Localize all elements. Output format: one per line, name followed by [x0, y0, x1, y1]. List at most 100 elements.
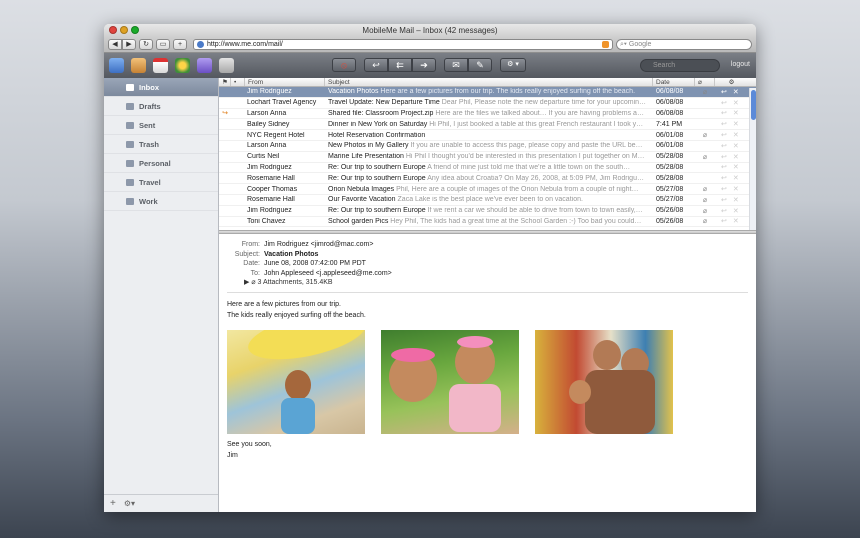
to-value[interactable]: John Appleseed <j.appleseed@me.com>	[264, 269, 392, 279]
reply-icon[interactable]: ↩	[721, 120, 727, 128]
message-list-scrollbar[interactable]	[749, 88, 756, 230]
mail-app-icon[interactable]	[109, 58, 124, 73]
date-column-header[interactable]: Date	[653, 78, 695, 86]
reply-icon[interactable]: ↩	[721, 109, 727, 117]
delete-icon[interactable]: ✕	[733, 163, 739, 171]
add-bookmark-button[interactable]: +	[173, 39, 187, 50]
attachments-toggle[interactable]: ▶ ⌀ 3 Attachments, 315.4KB	[244, 278, 748, 288]
reply-icon[interactable]: ↩	[721, 99, 727, 107]
delete-icon[interactable]: ✕	[733, 131, 739, 139]
scrollbar-thumb[interactable]	[751, 90, 756, 120]
add-folder-button[interactable]: +	[110, 498, 116, 509]
calendar-app-icon[interactable]	[153, 58, 168, 73]
sent-icon	[126, 121, 134, 129]
reply-icon[interactable]: ↩	[721, 131, 727, 139]
delete-icon[interactable]: ✕	[733, 207, 739, 215]
delete-icon[interactable]: ✕	[733, 174, 739, 182]
delete-icon[interactable]: ✕	[733, 142, 739, 150]
reply-button[interactable]: ↩	[364, 58, 388, 72]
close-window-button[interactable]	[109, 26, 117, 34]
table-row[interactable]: Jim Rodriguez Re: Our trip to southern Eu…	[219, 206, 756, 217]
delete-icon[interactable]: ✕	[733, 185, 739, 193]
action-menu-button[interactable]: ⚙ ▾	[500, 58, 526, 72]
reply-icon[interactable]: ↩	[721, 217, 727, 225]
table-row[interactable]: ↪ Larson Anna Shared file: Classroom Proje…	[219, 109, 756, 120]
sidebar-item-inbox[interactable]: Inbox	[104, 78, 218, 97]
sidebar-item-travel[interactable]: Travel	[104, 173, 218, 192]
delete-icon[interactable]: ✕	[733, 99, 739, 107]
table-row[interactable]: Larson Anna New Photos in My Gallery If y…	[219, 141, 756, 152]
sidebar-item-personal[interactable]: Personal	[104, 154, 218, 173]
row-actions: ↩ ✕	[715, 142, 745, 150]
account-app-icon[interactable]	[219, 58, 234, 73]
reply-icon[interactable]: ↩	[721, 153, 727, 161]
subject-text: Shared file: Classroom Project.zip	[328, 109, 434, 117]
rss-icon[interactable]	[602, 41, 609, 48]
delete-icon[interactable]: ✕	[733, 120, 739, 128]
preview-text: Here are the files we talked about… If y…	[435, 109, 644, 117]
from-value[interactable]: Jim Rodriguez <jimrod@mac.com>	[264, 240, 373, 250]
back-button[interactable]: ◀	[108, 39, 122, 50]
table-row[interactable]: Jim Rodriguez Vacation Photos Here are a …	[219, 87, 756, 98]
google-search-field[interactable]: ⌕▾ Google	[616, 39, 752, 50]
junk-button[interactable]: ⦸	[332, 58, 356, 72]
forward-mail-button[interactable]: ➔	[412, 58, 436, 72]
table-row[interactable]: Toni Chavez School garden Pics Hey Phil, …	[219, 217, 756, 228]
flag-column-header[interactable]: ⚑	[219, 78, 231, 86]
sidebar-item-trash[interactable]: Trash	[104, 135, 218, 154]
gallery-app-icon[interactable]	[175, 58, 190, 73]
flag-cell[interactable]: ↪	[219, 109, 231, 117]
nav-buttons: ◀ ▶	[108, 39, 136, 50]
table-row[interactable]: NYC Regent Hotel Hotel Reservation Confir…	[219, 130, 756, 141]
closing-line-1: See you soon,	[227, 441, 272, 449]
reply-icon[interactable]: ↩	[721, 196, 727, 204]
window-title: MobileMe Mail – Inbox (42 messages)	[362, 26, 498, 35]
subject-column-header[interactable]: Subject	[325, 78, 653, 86]
folder-actions-button[interactable]: ⚙▾	[124, 499, 135, 508]
address-bar[interactable]: http://www.me.com/mail/	[193, 39, 613, 50]
sidebar-item-drafts[interactable]: Drafts	[104, 97, 218, 116]
from-cell: Jim Rodriguez	[247, 88, 292, 96]
delete-icon[interactable]: ✕	[733, 109, 739, 117]
reply-icon[interactable]: ↩	[721, 174, 727, 182]
from-cell: Rosemarie Hall	[247, 196, 295, 204]
reply-icon[interactable]: ↩	[721, 207, 727, 215]
hula-girls-photo[interactable]	[381, 330, 519, 435]
sidebar-item-sent[interactable]: Sent	[104, 116, 218, 135]
delete-icon[interactable]: ✕	[733, 196, 739, 204]
reload-button[interactable]: ↻	[139, 39, 153, 50]
reply-icon[interactable]: ↩	[721, 163, 727, 171]
actions-column-header[interactable]: ⚙	[715, 78, 745, 86]
reply-icon[interactable]: ↩	[721, 142, 727, 150]
family-photo[interactable]	[535, 330, 673, 435]
surfboard-photo[interactable]	[227, 330, 365, 435]
bookmarks-button[interactable]: ▭	[156, 39, 170, 50]
table-row[interactable]: Cooper Thomas Orion Nebula Images Phil, H…	[219, 184, 756, 195]
idisk-app-icon[interactable]	[197, 58, 212, 73]
table-row[interactable]: Jim Rodriguez Re: Our trip to southern Eu…	[219, 163, 756, 174]
delete-icon[interactable]: ✕	[733, 217, 739, 225]
mail-search-field[interactable]: Search	[640, 59, 720, 72]
from-column-header[interactable]: From	[245, 78, 325, 86]
logout-link[interactable]: logout	[731, 61, 750, 68]
table-row[interactable]: Rosemarie Hall Re: Our trip to southern E…	[219, 173, 756, 185]
compose-button[interactable]: ✉	[444, 58, 468, 72]
forward-button[interactable]: ▶	[122, 39, 136, 50]
sidebar-item-work[interactable]: Work	[104, 192, 218, 211]
attachment-column-header[interactable]: ⌀	[695, 78, 715, 86]
reply-all-button[interactable]: ⇇	[388, 58, 412, 72]
zoom-window-button[interactable]	[131, 26, 139, 34]
new-note-button[interactable]: ✎	[468, 58, 492, 72]
unread-column-header[interactable]: •	[231, 78, 245, 86]
table-row[interactable]: Rosemarie Hall Our Favorite Vacation Zaca…	[219, 195, 756, 206]
delete-icon[interactable]: ✕	[733, 88, 739, 96]
date-cell: 06/08/08	[656, 109, 684, 117]
minimize-window-button[interactable]	[120, 26, 128, 34]
reply-icon[interactable]: ↩	[721, 185, 727, 193]
delete-icon[interactable]: ✕	[733, 153, 739, 161]
contacts-app-icon[interactable]	[131, 58, 146, 73]
table-row[interactable]: Lochart Travel Agency Travel Update: New …	[219, 98, 756, 109]
table-row[interactable]: Curtis Neil Marine Life Presentation Hi P…	[219, 152, 756, 163]
table-row[interactable]: Bailey Sidney Dinner in New York on Satur…	[219, 119, 756, 131]
reply-icon[interactable]: ↩	[721, 88, 727, 96]
